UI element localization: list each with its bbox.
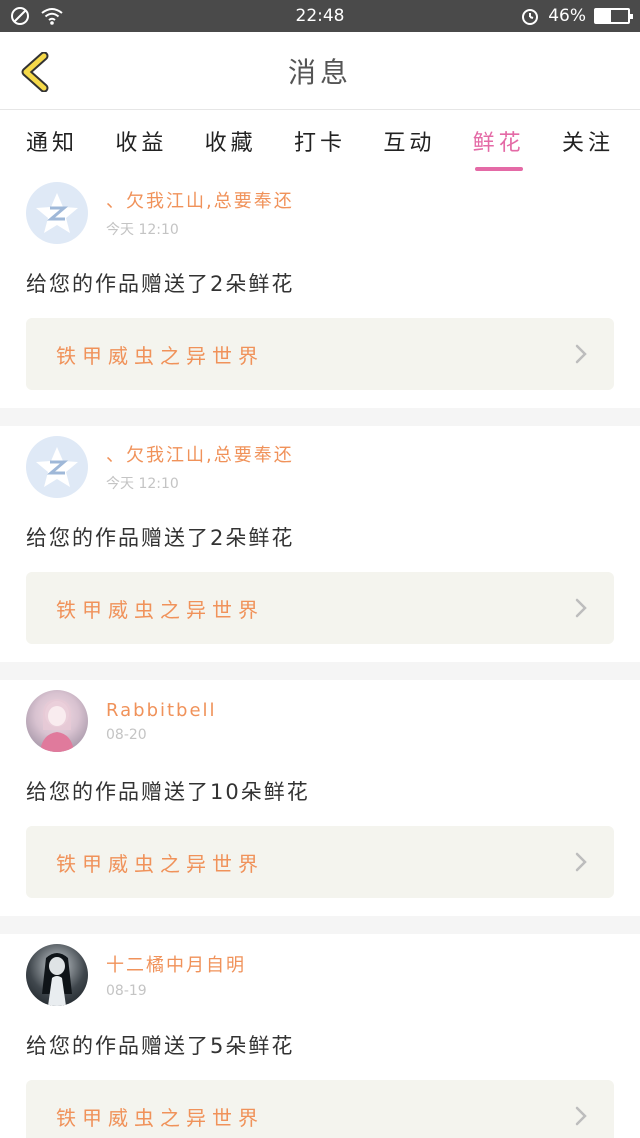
work-link[interactable]: 铁甲威虫之异世界 [26,318,614,390]
work-title: 铁甲威虫之异世界 [56,851,264,876]
message-text: 给您的作品赠送了2朵鲜花 [26,526,295,550]
user-photo-icon [42,953,72,1006]
avatar[interactable] [26,182,88,244]
battery-fill [596,10,611,22]
work-title: 铁甲威虫之异世界 [56,597,264,622]
avatar[interactable] [26,690,88,752]
work-title: 铁甲威虫之异世界 [56,343,264,368]
battery-percent: 46% [548,6,586,26]
avatar[interactable] [26,436,88,498]
user-name[interactable]: 、欠我江山,总要奉还 [106,187,294,213]
user-name[interactable]: 十二橘中月自明 [106,951,246,977]
back-button[interactable] [18,52,52,92]
header: 消息 [0,32,640,110]
alarm-icon [522,9,539,25]
tab-flowers[interactable]: 鲜花 [467,117,531,171]
list-item: Rabbitbell 08-20 给您的作品赠送了10朵鲜花 铁甲威虫之异世界 [0,680,640,916]
chevron-right-icon [575,852,587,872]
tab-earnings[interactable]: 收益 [109,117,173,165]
chevron-right-icon [575,598,587,618]
chevron-right-icon [575,344,587,364]
tab-checkin[interactable]: 打卡 [288,117,352,165]
page-title: 消息 [287,55,352,89]
user-name[interactable]: 、欠我江山,总要奉还 [106,441,294,467]
work-link[interactable]: 铁甲威虫之异世界 [26,572,614,644]
divider [0,408,640,426]
qq-star-icon [36,447,78,487]
qq-star-icon [36,193,78,233]
user-name[interactable]: Rabbitbell [106,700,217,721]
tab-follow[interactable]: 关注 [556,117,620,165]
message-text: 给您的作品赠送了5朵鲜花 [26,1034,295,1058]
work-title: 铁甲威虫之异世界 [56,1105,264,1130]
divider [0,916,640,934]
timestamp: 今天 12:10 [106,222,179,238]
tab-interaction[interactable]: 互动 [377,117,441,165]
no-sim-icon [11,7,29,25]
work-link[interactable]: 铁甲威虫之异世界 [26,1080,614,1138]
list-item: 、欠我江山,总要奉还 今天 12:10 给您的作品赠送了2朵鲜花 铁甲威虫之异世… [0,172,640,408]
work-link[interactable]: 铁甲威虫之异世界 [26,826,614,898]
wifi-icon [41,8,63,25]
tab-favorites[interactable]: 收藏 [199,117,263,165]
timestamp: 今天 12:10 [106,476,179,492]
message-text: 给您的作品赠送了2朵鲜花 [26,272,295,296]
tab-bar: 通知 收益 收藏 打卡 互动 鲜花 关注 [0,110,640,172]
timestamp: 08-19 [106,983,147,999]
list-item: 十二橘中月自明 08-19 给您的作品赠送了5朵鲜花 铁甲威虫之异世界 [0,934,640,1138]
timestamp: 08-20 [106,726,147,743]
divider [0,662,640,680]
user-photo-icon [40,699,74,752]
chevron-right-icon [575,1106,587,1126]
message-text: 给您的作品赠送了10朵鲜花 [26,780,310,804]
battery-icon [594,8,633,24]
avatar[interactable] [26,944,88,1006]
status-bar: 22:48 46% [0,0,640,32]
message-list: 、欠我江山,总要奉还 今天 12:10 给您的作品赠送了2朵鲜花 铁甲威虫之异世… [0,172,640,1138]
list-item: 、欠我江山,总要奉还 今天 12:10 给您的作品赠送了2朵鲜花 铁甲威虫之异世… [0,426,640,662]
tab-notice[interactable]: 通知 [20,117,84,165]
